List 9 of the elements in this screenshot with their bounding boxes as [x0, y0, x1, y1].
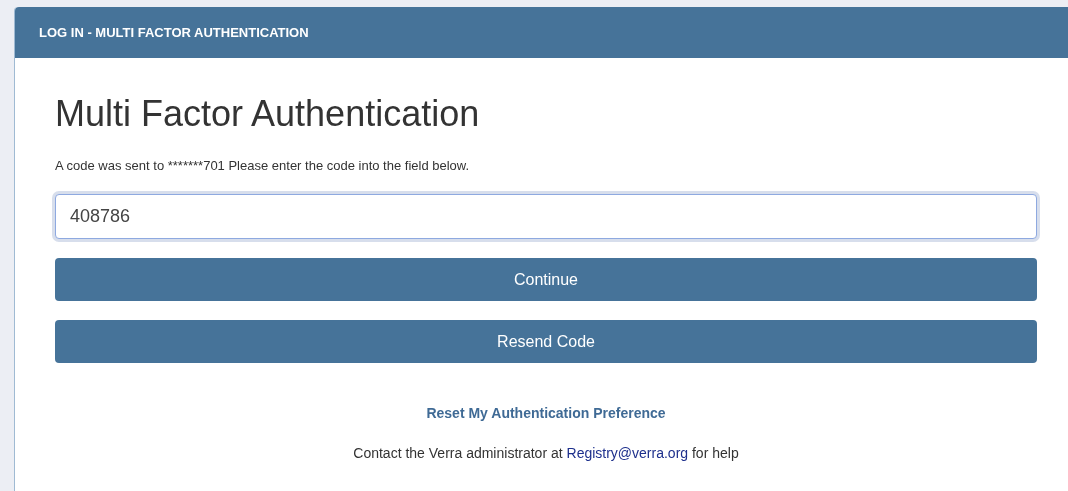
code-input-field[interactable]: 408786: [55, 194, 1037, 239]
email-link[interactable]: Registry@verra.org: [566, 445, 689, 461]
action-button[interactable]: Resend Code: [55, 320, 1037, 363]
contact-text: Contact the Verra administrator at Registry@verra.org for help: [353, 444, 739, 462]
page-heading: Multi Factor Authentication: [55, 92, 481, 136]
panel-title: LOG IN - MULTI FACTOR AUTHENTICATION: [39, 23, 309, 42]
action-button[interactable]: Continue: [55, 258, 1037, 301]
reset-preference-link[interactable]: Reset My Authentication Preference: [426, 404, 666, 422]
instruction-text: A code was sent to *******701 Please enter the code into the field below.: [55, 157, 471, 175]
